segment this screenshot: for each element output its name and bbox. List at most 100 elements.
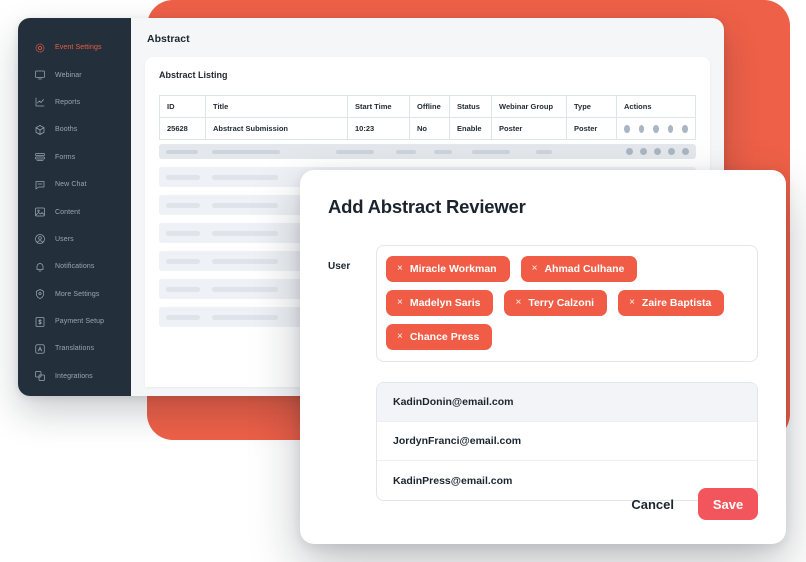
cell-status: Enable: [449, 117, 492, 140]
add-abstract-reviewer-modal: Add Abstract Reviewer User × Miracle Work…: [300, 170, 786, 544]
email-suggestion-dropdown[interactable]: KadinDonin@email.com JordynFranci@email.c…: [376, 382, 758, 501]
sidebar-item-reports[interactable]: Reports: [18, 89, 131, 116]
sidebar-item-forms[interactable]: Forms: [18, 144, 131, 171]
abstract-table: ID Title Start Time Offline Status Webin…: [159, 95, 696, 140]
user-chip[interactable]: × Terry Calzoni: [504, 290, 608, 316]
sidebar-item-new-chat[interactable]: New Chat: [18, 171, 131, 198]
layers-icon: [34, 370, 46, 382]
skeleton-bar: [166, 286, 200, 292]
chart-line-icon: [34, 96, 46, 108]
row-action-dot[interactable]: [624, 124, 630, 133]
skeleton-bar: [472, 149, 510, 154]
sidebar-item-more-settings[interactable]: More Settings: [18, 281, 131, 308]
column-header-start-time[interactable]: Start Time: [347, 95, 410, 118]
column-header-offline[interactable]: Offline: [409, 95, 450, 118]
skeleton-bar: [166, 258, 200, 264]
sidebar-item-label: More Settings: [55, 290, 100, 298]
close-icon[interactable]: ×: [397, 332, 403, 342]
table-row[interactable]: 25628 Abstract Submission 10:23 No Enabl…: [159, 117, 696, 140]
column-header-id[interactable]: ID: [159, 95, 206, 118]
user-chip-label: Ahmad Culhane: [544, 263, 625, 275]
sidebar-item-label: Payment Setup: [55, 318, 105, 326]
skeleton-bar: [396, 149, 416, 154]
cube-icon: [34, 124, 46, 136]
cancel-button[interactable]: Cancel: [627, 491, 678, 518]
sidebar-item-payment-setup[interactable]: Payment Setup: [18, 308, 131, 335]
cell-id: 25628: [159, 117, 206, 140]
page-title: Abstract: [147, 33, 190, 45]
monitor-icon: [34, 69, 46, 81]
sidebar-item-integrations[interactable]: Integrations: [18, 363, 131, 390]
sidebar-item-label: New Chat: [55, 181, 87, 189]
translate-icon: [34, 343, 46, 355]
close-icon[interactable]: ×: [532, 264, 538, 274]
skeleton-bar: [434, 149, 452, 154]
email-suggestion-option[interactable]: JordynFranci@email.com: [377, 422, 757, 461]
sidebar-item-content[interactable]: Content: [18, 198, 131, 225]
cell-start-time: 10:23: [347, 117, 410, 140]
skeleton-bar: [166, 202, 200, 208]
row-action-dot[interactable]: [638, 124, 645, 133]
cell-offline: No: [409, 117, 450, 140]
user-chip-label: Zaire Baptista: [641, 297, 712, 309]
modal-title: Add Abstract Reviewer: [328, 196, 526, 217]
forms-icon: [34, 151, 46, 163]
row-action-buttons[interactable]: [624, 124, 688, 133]
sidebar-item-webinar[interactable]: Webinar: [18, 61, 131, 88]
sidebar-item-label: Booths: [55, 126, 78, 134]
email-suggestion-option[interactable]: KadinDonin@email.com: [377, 383, 757, 422]
sidebar-item-notifications[interactable]: Notifications: [18, 253, 131, 280]
user-chip[interactable]: × Miracle Workman: [386, 256, 510, 282]
skeleton-bar: [536, 149, 552, 154]
sidebar-item-label: Notifications: [55, 263, 95, 271]
user-chip[interactable]: × Ahmad Culhane: [520, 256, 638, 282]
column-header-type[interactable]: Type: [566, 95, 617, 118]
user-field-row: User × Miracle Workman × Ahmad Culhane × Made…: [328, 245, 758, 362]
sidebar-item-translations[interactable]: Translations: [18, 335, 131, 362]
column-header-status[interactable]: Status: [449, 95, 492, 118]
column-header-title[interactable]: Title: [205, 95, 348, 118]
sidebar-item-booths[interactable]: Booths: [18, 116, 131, 143]
skeleton-bar: [212, 174, 278, 180]
sidebar-item-users[interactable]: Users: [18, 226, 131, 253]
screenshot-stage: Event Settings Webinar Reports Booths Forms N…: [0, 0, 806, 562]
close-icon[interactable]: ×: [629, 298, 635, 308]
skeleton-bar: [212, 258, 278, 264]
close-icon[interactable]: ×: [397, 264, 403, 274]
user-chip-label: Chance Press: [409, 331, 480, 343]
skeleton-bar: [212, 286, 278, 292]
dollar-card-icon: [34, 316, 46, 328]
user-chip-label: Terry Calzoni: [528, 297, 595, 309]
close-icon[interactable]: ×: [397, 298, 403, 308]
user-chip[interactable]: × Chance Press: [386, 324, 493, 350]
row-action-dot[interactable]: [667, 124, 674, 133]
user-chip[interactable]: × Madelyn Saris: [386, 290, 494, 316]
table-header-row: ID Title Start Time Offline Status Webin…: [159, 95, 696, 118]
sidebar-item-label: Translations: [55, 345, 95, 353]
cell-actions: [616, 117, 696, 140]
row-action-dot[interactable]: [653, 124, 659, 133]
image-icon: [34, 206, 46, 218]
row-action-dot[interactable]: [682, 124, 688, 133]
sidebar-nav: Event Settings Webinar Reports Booths Forms N…: [18, 18, 131, 396]
close-icon[interactable]: ×: [515, 298, 521, 308]
skeleton-bar: [166, 174, 200, 180]
sidebar-item-label: Webinar: [55, 71, 82, 79]
sidebar-item-event-settings[interactable]: Event Settings: [18, 34, 131, 61]
user-circle-icon: [34, 233, 46, 245]
user-chip[interactable]: × Zaire Baptista: [618, 290, 725, 316]
card-title: Abstract Listing: [159, 70, 228, 80]
user-chips-input[interactable]: × Miracle Workman × Ahmad Culhane × Madelyn S…: [376, 245, 758, 362]
skeleton-bar: [166, 149, 198, 154]
bell-icon: [34, 261, 46, 273]
skeleton-bar: [166, 314, 200, 320]
user-field-label: User: [328, 261, 351, 272]
skeleton-bar: [212, 230, 278, 236]
skeleton-bar: [212, 202, 278, 208]
user-chip-label: Madelyn Saris: [409, 297, 481, 309]
save-button[interactable]: Save: [698, 488, 758, 520]
column-header-webinar-group[interactable]: Webinar Group: [491, 95, 567, 118]
cell-webinar-group: Poster: [491, 117, 567, 140]
skeleton-bar: [212, 314, 278, 320]
sidebar-item-label: Users: [55, 235, 74, 243]
